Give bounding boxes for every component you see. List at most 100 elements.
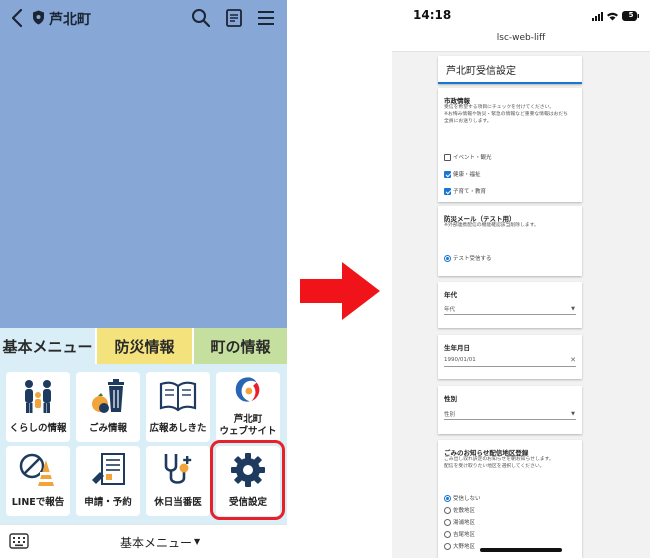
municipal-info-card: 市政情報 受信を希望する項目にチェックを付けてください。 ※お悔み情報や防災・緊… — [438, 88, 582, 202]
radio[interactable] — [444, 518, 451, 526]
radio-no-receive[interactable]: 受信しない — [444, 494, 481, 502]
radio-test-receive[interactable]: テスト受信する — [444, 254, 492, 262]
book-icon — [159, 381, 197, 412]
radio-selected[interactable] — [444, 494, 451, 502]
radio-label: 大野地区 — [453, 544, 476, 550]
menu-tile-town-website[interactable]: 芦北町 ウェブサイト — [216, 372, 280, 442]
tab-basic-menu[interactable]: 基本メニュー — [0, 328, 95, 364]
tile-label: くらしの情報 — [9, 423, 67, 434]
gender-select[interactable]: 性別 ▼ — [444, 410, 576, 420]
radio[interactable] — [444, 506, 451, 514]
form-icon — [92, 453, 125, 485]
tile-label: ごみ情報 — [88, 423, 127, 434]
tile-label: 広報あしきた — [149, 423, 207, 434]
menu-tile-holiday-doctor[interactable]: 休日当番医 — [146, 446, 210, 516]
section-heading: 性別 — [444, 395, 457, 403]
input-value: 1990/01/01 — [444, 357, 476, 363]
section-desc-l3: 全員にお送りします。 — [444, 119, 492, 124]
disaster-mail-card: 防災メール（テスト用） ※外部連携配信の機能確認該当削除します。 テスト受信する — [438, 206, 582, 276]
tile-label-line2: ウェブサイト — [219, 426, 277, 437]
menu-tile-living-info[interactable]: くらしの情報 — [6, 372, 70, 442]
checkbox-event-tourism[interactable]: イベント・観光 — [444, 153, 492, 161]
stethoscope-icon — [164, 454, 192, 484]
family-icon — [25, 380, 51, 413]
liff-url: lsc-web-liff — [496, 33, 546, 43]
settings-title-card: 芦北町受信設定 — [438, 56, 582, 84]
tile-label: LINEで報告 — [11, 497, 65, 508]
checkbox-label: 健康・福祉 — [453, 172, 481, 178]
report-icon — [19, 453, 54, 486]
highlight-frame — [210, 440, 285, 520]
radio-yunoura[interactable]: 湯浦地区 — [444, 518, 475, 526]
rich-menu-tabs: 基本メニュー 防災情報 町の情報 — [0, 328, 287, 364]
section-heading: 生年月日 — [444, 344, 470, 352]
chat-header: 芦北町 — [0, 0, 287, 36]
menu-tile-garbage-info[interactable]: ごみ情報 — [76, 372, 140, 442]
select-value: 性別 — [444, 412, 456, 418]
radio-selected[interactable] — [444, 254, 451, 262]
section-desc-l1: ごみ出し収れ訳定のお知らせを朝お知らせします。 — [444, 457, 554, 462]
hamburger-menu-icon[interactable] — [256, 8, 276, 28]
garbage-notice-card: ごみのお知らせ配信地区登録 ごみ出し収れ訳定のお知らせを朝お知らせします。 配信… — [438, 440, 582, 558]
section-desc-l2: 配信を受け取りたい地区を選択してください。 — [444, 464, 545, 469]
checkbox-label: イベント・観光 — [453, 155, 492, 161]
notes-icon[interactable] — [224, 8, 244, 28]
verified-shield-icon — [33, 10, 44, 25]
age-card: 年代 年代 ▼ — [438, 282, 582, 328]
home-indicator — [480, 548, 562, 552]
radio-label: 佐敷地区 — [453, 508, 476, 514]
radio-ono[interactable]: 大野地区 — [444, 542, 475, 550]
page-title: 芦北町受信設定 — [446, 66, 516, 77]
keyboard-icon[interactable] — [9, 533, 29, 549]
radio-label: 湯浦地区 — [453, 520, 476, 526]
right-arrow-icon — [300, 262, 380, 320]
radio-sashiki[interactable]: 佐敷地区 — [444, 506, 475, 514]
select-value: 年代 — [444, 307, 456, 313]
liff-settings-screen: 14:18 5 lsc-web-liff 芦北町受信設定 市政情報 受信を希望す… — [392, 0, 650, 558]
checkbox-checked[interactable] — [444, 187, 451, 195]
tile-label: 申請・予約 — [84, 497, 132, 508]
menu-tile-line-report[interactable]: LINEで報告 — [6, 446, 70, 516]
checkbox-childcare-education[interactable]: 子育て・教育 — [444, 187, 486, 195]
section-heading: 年代 — [444, 291, 457, 299]
checkbox-label: 子育て・教育 — [453, 189, 487, 195]
back-arrow-icon[interactable] — [10, 8, 24, 28]
tab-disaster-info[interactable]: 防災情報 — [95, 328, 192, 364]
section-desc: ※外部連携配信の機能確認該当削除します。 — [444, 223, 539, 228]
line-chat-screen: 芦北町 基本メニュー 防災情報 町の情報 くらしの情報 ごみ情報 広報あしきた … — [0, 0, 287, 558]
checkbox-health-welfare[interactable]: 健康・福祉 — [444, 170, 481, 178]
clear-icon[interactable]: ✕ — [570, 356, 576, 364]
radio-label: 受信しない — [453, 496, 481, 502]
checkbox[interactable] — [444, 153, 451, 161]
ios-status-bar: 14:18 5 — [392, 0, 650, 30]
age-select[interactable]: 年代 ▼ — [444, 305, 576, 315]
radio[interactable] — [444, 530, 451, 538]
radio-label: 吉尾地区 — [453, 532, 476, 538]
menu-tile-public-relations[interactable]: 広報あしきた — [146, 372, 210, 442]
caret-down-icon: ▼ — [194, 537, 201, 546]
status-time: 14:18 — [413, 8, 452, 22]
chat-bottom-bar: 基本メニュー ▼ — [0, 524, 287, 558]
radio[interactable] — [444, 542, 451, 550]
menu-tile-application-reservation[interactable]: 申請・予約 — [76, 446, 140, 516]
tab-town-info[interactable]: 町の情報 — [192, 328, 287, 364]
birthday-card: 生年月日 1990/01/01 ✕ — [438, 335, 582, 379]
radio-label: テスト受信する — [453, 256, 492, 262]
section-desc-l1: 受信を希望する項目にチェックを付けてください。 — [444, 105, 555, 110]
dropdown-caret-icon: ▼ — [571, 306, 575, 312]
section-desc-l2: ※お悔み情報や防災・緊急の情報など重要な情報はおだち — [444, 112, 568, 117]
birthday-input[interactable]: 1990/01/01 ✕ — [444, 356, 576, 367]
tile-label: 休日当番医 — [154, 497, 202, 508]
trash-icon — [92, 379, 124, 413]
dropdown-caret-icon: ▼ — [571, 411, 575, 417]
town-logo-icon — [235, 377, 260, 402]
search-icon[interactable] — [191, 8, 211, 28]
rich-menu-toggle[interactable]: 基本メニュー — [120, 534, 192, 551]
tile-label-line1: 芦北町 — [233, 414, 263, 425]
battery-level: 5 — [628, 11, 634, 19]
account-name: 芦北町 — [49, 12, 91, 28]
checkbox-checked[interactable] — [444, 170, 451, 178]
gender-card: 性別 性別 ▼ — [438, 386, 582, 434]
liff-url-bar: lsc-web-liff — [392, 30, 650, 52]
radio-yoshio[interactable]: 吉尾地区 — [444, 530, 475, 538]
